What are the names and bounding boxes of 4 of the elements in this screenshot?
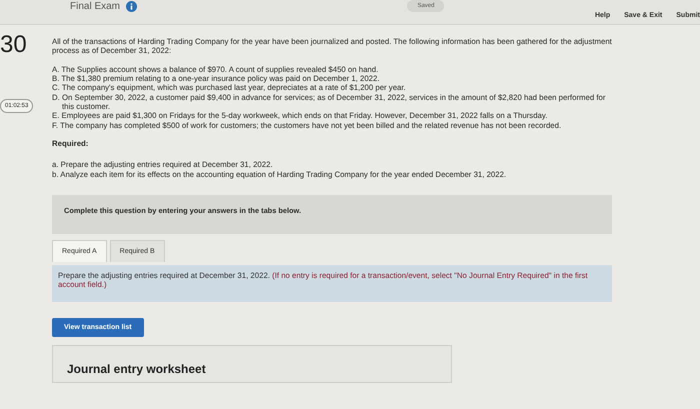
question-number: 30: [0, 31, 27, 59]
worksheet-title: Journal entry worksheet: [67, 362, 206, 376]
exam-title: Final Exam: [70, 0, 120, 12]
info-icon[interactable]: [126, 0, 138, 12]
